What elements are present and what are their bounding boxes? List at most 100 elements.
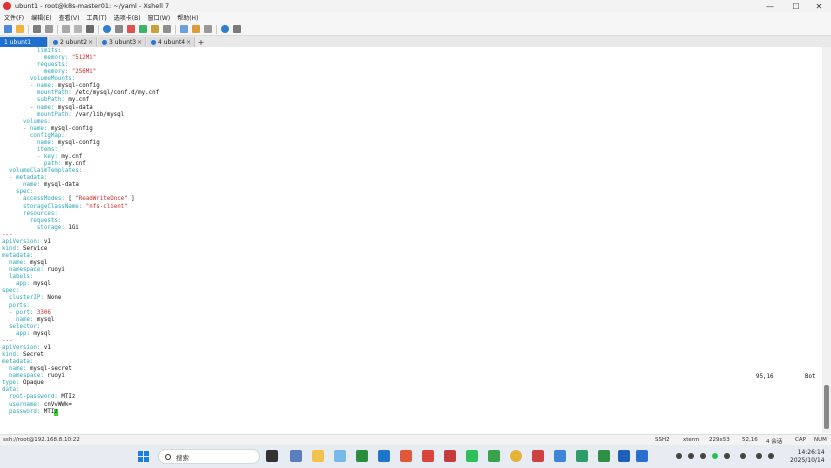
tray-icon[interactable] [688, 453, 694, 459]
volume-icon[interactable] [768, 453, 774, 459]
terminal-line: metadata: [2, 253, 33, 260]
xftp-icon[interactable] [127, 25, 135, 33]
find-icon[interactable] [86, 25, 94, 33]
help-icon[interactable] [221, 25, 229, 33]
maximize-button[interactable]: ☐ [784, 0, 808, 12]
terminal-text: configMap: [29, 132, 65, 139]
app-icon[interactable] [598, 450, 610, 462]
terminal-text: my.cnf [61, 154, 83, 161]
app-icon[interactable] [488, 450, 500, 462]
tab-ubunt1[interactable]: 1 ubunt1 [0, 37, 48, 47]
close-tab-icon[interactable]: × [186, 39, 191, 46]
taskbar-search[interactable]: 搜索 [158, 449, 260, 464]
windows-start-icon[interactable] [138, 451, 149, 462]
close-tab-icon[interactable]: × [137, 39, 142, 46]
minimize-button[interactable]: — [758, 0, 782, 12]
chrome-icon[interactable] [510, 450, 522, 462]
options-icon[interactable] [233, 25, 241, 33]
app-icon[interactable] [532, 450, 544, 462]
tray-icon[interactable] [676, 453, 682, 459]
tray-icon[interactable] [740, 453, 746, 459]
xshell-taskbar-icon[interactable] [400, 450, 412, 462]
terminal-text: app: [15, 330, 34, 337]
terminal-text: root-password: [8, 394, 62, 401]
terminal-text: selector: [8, 323, 41, 330]
tab-ubunt4[interactable]: 4 ubunt4 × [147, 37, 195, 47]
new-session-icon[interactable] [4, 25, 12, 33]
app-icon[interactable] [636, 450, 648, 462]
scrollbar-thumb[interactable] [824, 385, 829, 429]
clock-time: 14:26:14 [797, 449, 825, 456]
disconnect-icon[interactable] [45, 25, 53, 33]
terminal-line: mountPath: /etc/mysql/conf.d/my.cnf [2, 90, 159, 97]
layout-icon[interactable] [204, 25, 212, 33]
menu-view[interactable]: 查看(V) [59, 13, 80, 22]
menu-help[interactable]: 帮助(H) [177, 13, 198, 22]
close-button[interactable]: ✕ [807, 0, 831, 12]
app-icon[interactable] [422, 450, 434, 462]
terminal-text: apiVersion: [2, 344, 44, 351]
menu-tools[interactable]: 工具(T) [86, 13, 106, 22]
wifi-icon[interactable] [756, 453, 762, 459]
tab-ubunt2[interactable]: 2 ubunt2 × [49, 37, 97, 47]
terminal-line: username: cnVvWWk= [2, 402, 72, 409]
terminal-text: clusterIP: [8, 295, 48, 302]
terminal-text: - [2, 175, 16, 182]
terminal-text: apiVersion: [2, 238, 44, 245]
menu-tab[interactable]: 选项卡(B) [114, 13, 141, 22]
font-icon[interactable] [115, 25, 123, 33]
sessions-count: 4 会话 [766, 439, 783, 445]
terminal-output[interactable]: limits: memory: "512Mi" requests: memory… [0, 47, 822, 433]
vscode-icon[interactable] [378, 450, 390, 462]
tray-icon[interactable] [700, 453, 706, 459]
task-view-icon[interactable] [266, 450, 278, 462]
terminal-text: namespace: [8, 373, 48, 380]
word-icon[interactable] [618, 450, 630, 462]
file-explorer-icon[interactable] [312, 450, 324, 462]
app-icon[interactable] [576, 450, 588, 462]
terminal-text: resources: [22, 210, 58, 217]
app-icon[interactable] [334, 450, 346, 462]
terminal-line: selector: [2, 324, 40, 331]
menu-file[interactable]: 文件(F) [4, 13, 24, 22]
toolbar-divider [57, 24, 58, 34]
keyboard-icon[interactable] [163, 25, 171, 33]
new-tab-icon[interactable]: + [196, 38, 206, 47]
wechat-icon[interactable] [466, 450, 478, 462]
taskbar-clock[interactable]: 14:26:14 2025/10/14 [790, 449, 825, 465]
tray-icon[interactable] [712, 453, 718, 459]
app-icon[interactable] [356, 450, 368, 462]
app-icon[interactable] [444, 450, 456, 462]
terminal-line: name: mysql [2, 317, 54, 324]
globe-icon[interactable] [103, 25, 111, 33]
open-folder-icon[interactable] [16, 25, 24, 33]
transfer-icon[interactable] [139, 25, 147, 33]
menu-window[interactable]: 窗口(W) [148, 13, 171, 22]
settings-app-icon[interactable] [290, 450, 302, 462]
terminal-line: --- [2, 232, 12, 239]
close-tab-icon[interactable]: × [88, 39, 93, 46]
xshell-app-icon [3, 2, 11, 10]
paste-icon[interactable] [74, 25, 82, 33]
terminal-text: mysql [29, 260, 48, 267]
terminal-text: - [2, 154, 44, 161]
menu-edit[interactable]: 编辑(E) [31, 13, 51, 22]
terminal-text: metadata: [2, 253, 34, 260]
compose-icon[interactable] [180, 25, 188, 33]
tray-icon[interactable] [724, 453, 730, 459]
script-icon[interactable] [192, 25, 200, 33]
app-icon[interactable] [554, 450, 566, 462]
caps-indicator: CAP [795, 437, 806, 443]
reconnect-icon[interactable] [33, 25, 41, 33]
tab-ubunt3[interactable]: 3 ubunt3 × [98, 37, 146, 47]
copy-icon[interactable] [62, 25, 70, 33]
terminal-scrollbar[interactable] [822, 47, 831, 433]
lock-icon[interactable] [151, 25, 159, 33]
